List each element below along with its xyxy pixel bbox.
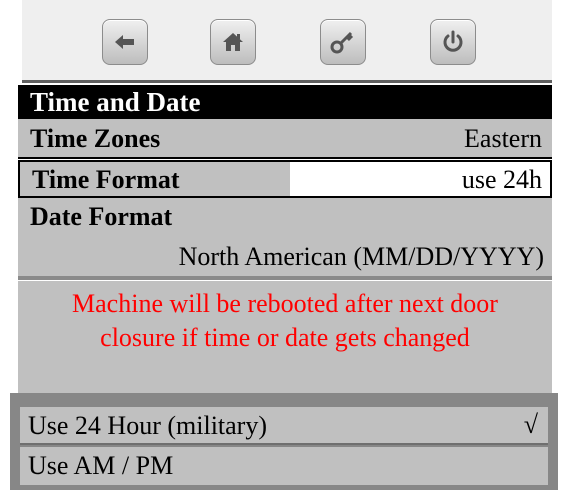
page-title: Time and Date [18,85,552,119]
time-zones-value: Eastern [464,124,542,153]
toolbar [22,0,558,83]
back-button[interactable] [102,19,148,65]
checkmark-icon: √ [523,410,538,439]
time-format-value: use 24h [461,165,542,194]
option-label: Use 24 Hour (military) [28,411,268,440]
key-button[interactable] [320,19,366,65]
reboot-warning: Machine will be rebooted after next door… [18,281,552,393]
time-format-row[interactable]: Time Format use 24h [18,160,552,198]
power-button[interactable] [430,19,476,65]
option-am-pm[interactable]: Use AM / PM [20,447,548,485]
date-format-label: Date Format [30,202,173,231]
option-label: Use AM / PM [28,451,174,480]
power-icon [443,30,463,52]
toolbar-background [22,0,552,83]
back-arrow-icon [115,35,134,49]
time-date-screen: Time and Date Time Zones Eastern Time Fo… [0,0,568,490]
time-zones-label: Time Zones [30,124,161,153]
time-zones-row[interactable]: Time Zones Eastern [18,119,552,159]
time-format-label: Time Format [32,165,180,194]
date-format-value: North American (MM/DD/YYYY) [178,242,544,271]
time-format-value-box: use 24h [290,162,550,196]
time-format-options-panel: Use 24 Hour (military) √ Use AM / PM [10,393,558,490]
date-format-row[interactable]: Date Format North American (MM/DD/YYYY) [18,198,552,280]
home-icon [223,33,243,51]
home-button[interactable] [210,19,256,65]
option-24-hour[interactable]: Use 24 Hour (military) √ [20,407,548,445]
key-icon [330,31,354,54]
